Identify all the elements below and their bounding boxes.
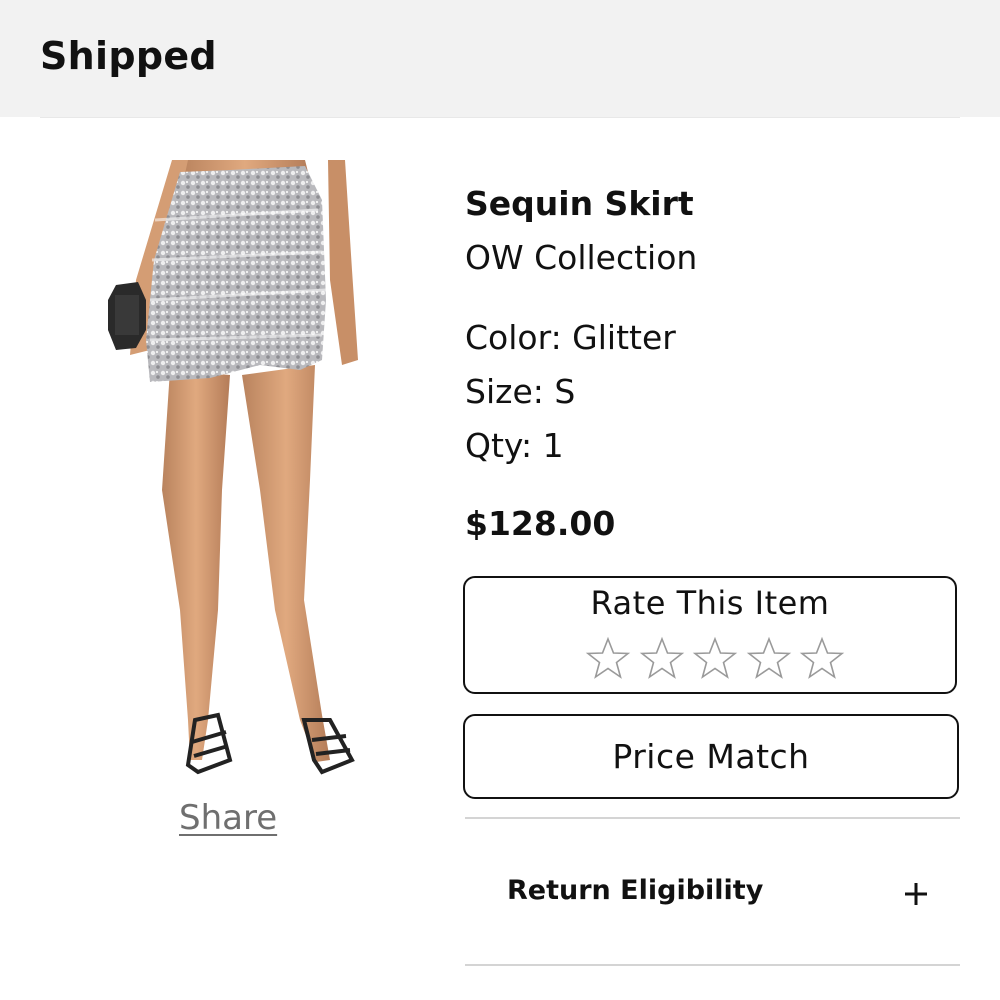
star-icon-1[interactable] — [585, 636, 631, 682]
product-brand[interactable]: OW Collection — [465, 238, 697, 277]
product-color: Color: Glitter — [465, 318, 676, 357]
section-divider — [465, 964, 960, 966]
star-rating[interactable] — [585, 636, 845, 686]
product-size: Size: S — [465, 372, 576, 411]
header-divider — [40, 117, 960, 118]
rate-item-box[interactable]: Rate This Item — [463, 576, 957, 694]
product-name[interactable]: Sequin Skirt — [465, 184, 694, 223]
order-status-title: Shipped — [40, 34, 217, 78]
product-quantity: Qty: 1 — [465, 426, 564, 465]
price-match-button[interactable]: Price Match — [463, 714, 959, 799]
star-icon-3[interactable] — [692, 636, 738, 682]
return-eligibility-label: Return Eligibility — [507, 875, 764, 906]
rate-item-label: Rate This Item — [590, 584, 830, 622]
share-link[interactable]: Share — [179, 798, 277, 838]
plus-icon[interactable] — [903, 881, 929, 907]
page-header: Shipped — [0, 0, 1000, 117]
star-icon-5[interactable] — [799, 636, 845, 682]
star-icon-4[interactable] — [746, 636, 792, 682]
product-image[interactable] — [90, 160, 370, 795]
return-eligibility-row[interactable]: Return Eligibility — [465, 819, 960, 964]
star-icon-2[interactable] — [639, 636, 685, 682]
product-price: $128.00 — [465, 504, 616, 543]
